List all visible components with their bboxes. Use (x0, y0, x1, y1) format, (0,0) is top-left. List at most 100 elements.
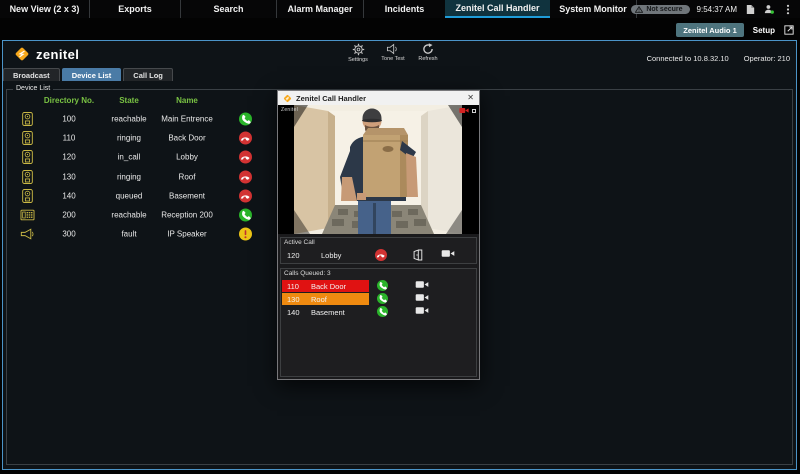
menu-new-view[interactable]: New View (2 x 3) (0, 0, 90, 18)
intercom-icon (16, 111, 38, 126)
camera-icon[interactable] (441, 249, 455, 258)
intercom-icon (16, 188, 38, 203)
keypad-station-icon (16, 210, 38, 221)
snapshot-icon[interactable] (472, 109, 476, 113)
phone-red-icon[interactable] (232, 170, 258, 183)
intercom-icon (16, 130, 38, 145)
export-report-icon[interactable] (744, 2, 756, 16)
toolbar: Settings Tone Test Refresh (345, 43, 441, 63)
video-frame (294, 105, 462, 234)
overflow-menu-icon[interactable] (782, 2, 794, 16)
answer-call-icon[interactable] (377, 306, 388, 317)
zenitel-logo-icon (14, 46, 30, 62)
app-strip: Zenitel Audio 1 Setup (676, 22, 794, 38)
menu-exports[interactable]: Exports (90, 0, 181, 18)
window-titlebar[interactable]: Zenitel Call Handler ✕ (278, 91, 479, 105)
directory-no-cell: 300 (40, 230, 98, 239)
refresh-label: Refresh (418, 56, 437, 62)
queued-name: Basement (311, 308, 345, 317)
tab-call-log[interactable]: Call Log (123, 68, 173, 81)
phone-green-icon[interactable] (232, 112, 258, 125)
refresh-button[interactable]: Refresh (415, 43, 441, 63)
open-door-icon[interactable] (411, 249, 423, 261)
queued-directory-no: 110 (287, 282, 299, 291)
directory-no-cell: 120 (40, 153, 98, 162)
calls-queued-box: Calls Queued: 3 110 Back Door 130 Roof 1… (280, 268, 477, 377)
answer-call-icon[interactable] (377, 280, 388, 291)
settings-button[interactable]: Settings (345, 43, 371, 63)
calls-queued-label: Calls Queued: 3 (284, 270, 331, 277)
operator: Operator: 210 (744, 54, 790, 63)
queued-call-row[interactable]: 110 Back Door (282, 279, 475, 292)
tab-device-list[interactable]: Device List (62, 68, 122, 81)
name-cell: Back Door (151, 133, 223, 142)
active-call-directory-no: 120 (287, 251, 300, 260)
name-cell: Roof (151, 172, 223, 181)
queued-call-row[interactable]: 140 Basement (282, 305, 475, 318)
not-secure-badge[interactable]: Not secure (631, 5, 689, 14)
phone-red-icon[interactable] (232, 189, 258, 202)
tone-test-label: Tone Test (381, 56, 404, 62)
fault-icon[interactable] (232, 228, 258, 241)
active-call-label: Active Call (284, 239, 315, 246)
add-user-icon[interactable] (763, 2, 775, 16)
connected-to: Connected to 10.8.32.10 (647, 54, 729, 63)
intercom-icon (16, 169, 38, 184)
zenitel-brand: zenitel (14, 46, 79, 62)
phone-red-icon[interactable] (232, 151, 258, 164)
camera-icon[interactable] (415, 306, 429, 315)
active-call-box: Active Call 120 Lobby (280, 237, 477, 264)
pop-out-icon[interactable] (784, 25, 794, 35)
menu-alarm-manager[interactable]: Alarm Manager (277, 0, 364, 18)
phone-green-icon[interactable] (232, 209, 258, 222)
answer-call-icon[interactable] (377, 293, 388, 304)
active-call-row: 120 Lobby (281, 248, 476, 263)
queued-directory-no: 140 (287, 308, 300, 317)
queued-directory-no: 130 (287, 295, 300, 304)
clock: 9:54:37 AM (697, 5, 737, 14)
settings-label: Settings (348, 57, 368, 63)
intercom-icon (16, 150, 38, 165)
directory-no-cell: 200 (40, 211, 98, 220)
hangup-icon[interactable] (375, 249, 387, 261)
directory-no-cell: 140 (40, 191, 98, 200)
close-icon[interactable]: ✕ (467, 94, 474, 102)
camera-icon[interactable] (415, 280, 429, 289)
warning-icon (635, 6, 643, 13)
topbar-right-cluster: Not secure 9:54:37 AM (631, 0, 800, 18)
camera-icon[interactable] (415, 293, 429, 302)
speaker-icon (386, 43, 400, 55)
name-cell: IP Speaker (151, 230, 223, 239)
not-secure-label: Not secure (646, 6, 682, 13)
video-watermark: Zenitel (281, 107, 298, 113)
header-name: Name (151, 96, 223, 105)
menu-incidents[interactable]: Incidents (364, 0, 445, 18)
record-camera-icon[interactable] (459, 107, 469, 114)
screen: New View (2 x 3) Exports Search Alarm Ma… (0, 0, 800, 474)
tab-zenitel-call-handler[interactable]: Zenitel Call Handler (445, 0, 550, 18)
directory-no-cell: 130 (40, 172, 98, 181)
queued-name: Back Door (311, 282, 346, 291)
tab-broadcast[interactable]: Broadcast (3, 68, 60, 81)
zenitel-audio-badge[interactable]: Zenitel Audio 1 (676, 23, 743, 37)
zenitel-logo-icon-small (283, 94, 292, 103)
top-menu-bar: New View (2 x 3) Exports Search Alarm Ma… (0, 0, 800, 18)
menu-search[interactable]: Search (181, 0, 277, 18)
horn-speaker-icon (16, 229, 38, 240)
brand-name: zenitel (36, 47, 79, 62)
tone-test-button[interactable]: Tone Test (380, 43, 406, 63)
queue-list: 110 Back Door 130 Roof 140 Basement (282, 279, 475, 319)
setup-button[interactable]: Setup (753, 26, 775, 35)
name-cell: Basement (151, 191, 223, 200)
directory-no-cell: 100 (40, 114, 98, 123)
call-handler-window[interactable]: Zenitel Call Handler ✕ (277, 90, 480, 380)
video-controls (459, 107, 476, 114)
name-cell: Lobby (151, 153, 223, 162)
queued-call-row[interactable]: 130 Roof (282, 292, 475, 305)
door-camera-video: Zenitel (278, 105, 479, 234)
groupbox-label: Device List (13, 85, 53, 92)
refresh-icon (422, 43, 434, 55)
tab-system-monitor[interactable]: System Monitor (550, 0, 637, 18)
directory-no-cell: 110 (40, 133, 98, 142)
phone-red-icon[interactable] (232, 131, 258, 144)
